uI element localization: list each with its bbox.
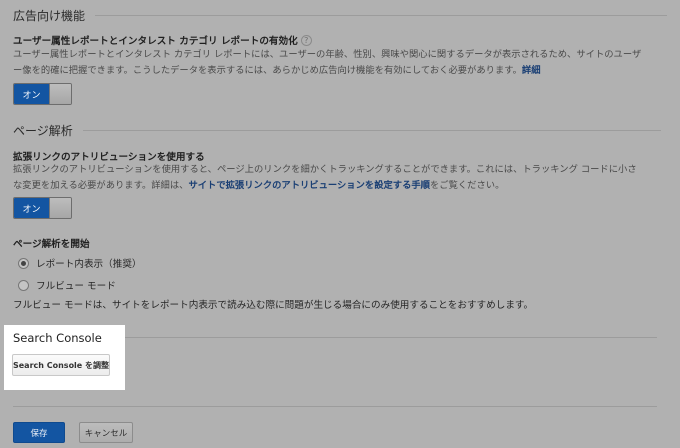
demographics-toggle[interactable]: オン [13,83,72,105]
link-attribution-desc-line1: 拡張リンクのアトリビューションを使用すると、ページ上のリンクを細かくトラッキング… [13,164,637,175]
page-analytics-section-heading: ページ解析 [13,122,661,139]
demographics-title: ユーザー属性レポートとインタレスト カテゴリ レポートの有効化 ? [13,33,312,47]
demographics-title-text: ユーザー属性レポートとインタレスト カテゴリ レポートの有効化 [13,36,298,47]
radio-in-report-label: レポート内表示（推奨） [36,259,142,270]
demographics-desc-line2: ー像を的確に把握できます。こうしたデータを表示するには、あらかじめ広告向け機能を… [13,65,522,76]
save-button[interactable]: 保存 [13,422,65,443]
page-analytics-heading: ページ解析 [13,124,73,138]
link-attribution-description: 拡張リンクのアトリビューションを使用すると、ページ上のリンクを細かくトラッキング… [13,162,665,194]
radio-in-report-view[interactable]: レポート内表示（推奨） [18,256,142,270]
link-attribution-title: 拡張リンクのアトリビューションを使用する [13,152,205,163]
toggle-knob [49,198,71,218]
property-settings-page: 広告向け機能 ユーザー属性レポートとインタレスト カテゴリ レポートの有効化 ?… [0,0,680,448]
adjust-search-console-button[interactable]: Search Console を調整 [12,354,110,376]
demographics-description: ユーザー属性レポートとインタレスト カテゴリ レポートには、ユーザーの年齢、性別… [13,47,665,79]
toggle-on-label: オン [14,84,49,104]
cancel-button[interactable]: キャンセル [79,422,133,443]
page-analytics-start-title: ページ解析を開始 [13,239,90,250]
help-icon[interactable]: ? [300,34,312,46]
demographics-desc-line1: ユーザー属性レポートとインタレスト カテゴリ レポートには、ユーザーの年齢、性別… [13,49,642,60]
full-view-note: フルビュー モードは、サイトをレポート内表示で読み込む際に問題が生じる場合にのみ… [13,300,534,311]
radio-full-view[interactable]: フルビュー モード [18,278,116,292]
radio-selected-icon [18,257,29,269]
search-console-heading: Search Console [13,331,102,345]
link-attribution-desc-line2-end: をご覧ください。 [429,180,505,191]
link-attribution-desc-line2: な変更を加える必要があります。詳細は、 [13,180,189,191]
divider [125,337,657,338]
advertising-section-heading: 広告向け機能 [13,7,668,24]
radio-unselected-icon [18,279,29,291]
link-attribution-setup-link[interactable]: サイトで拡張リンクのアトリビューションを設定する手順 [188,180,430,191]
divider [95,15,668,16]
toggle-on-label: オン [14,198,49,218]
radio-full-view-label: フルビュー モード [36,281,116,292]
search-console-card: Search Console Search Console を調整 [4,325,125,390]
divider [13,406,657,407]
toggle-knob [49,84,71,104]
divider [82,130,661,131]
advertising-heading: 広告向け機能 [13,9,86,23]
link-attribution-toggle[interactable]: オン [13,197,72,219]
learn-more-link[interactable]: 詳細 [522,65,541,76]
